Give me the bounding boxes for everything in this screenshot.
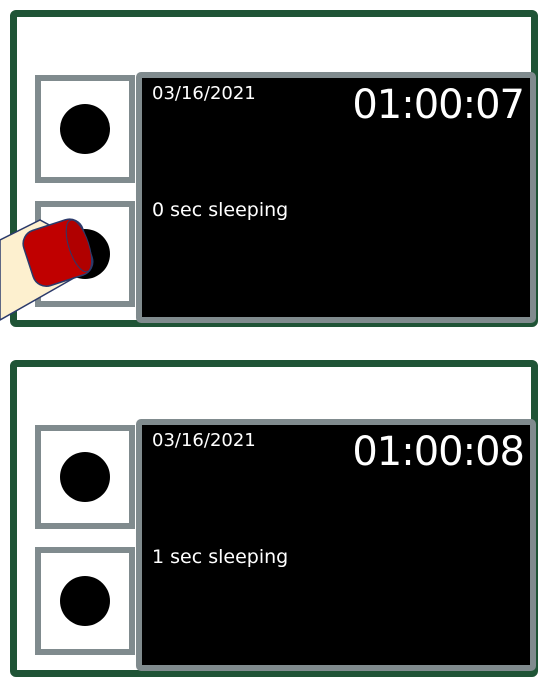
device-panel-2: 03/16/2021 01:00:08 1 sec sleeping [10, 360, 538, 677]
bottom-button-dot [60, 576, 110, 626]
date-text: 03/16/2021 [152, 83, 256, 104]
finger-press-icon [0, 218, 94, 321]
display-screen: 03/16/2021 01:00:08 1 sec sleeping [136, 419, 536, 671]
date-text: 03/16/2021 [152, 430, 256, 451]
status-text: 0 sec sleeping [152, 199, 289, 221]
top-button-dot [60, 104, 110, 154]
top-button[interactable] [35, 75, 135, 183]
display-screen: 03/16/2021 01:00:07 0 sec sleeping [136, 72, 536, 323]
top-button[interactable] [35, 425, 135, 529]
status-text: 1 sec sleeping [152, 546, 289, 568]
top-button-dot [60, 452, 110, 502]
clock-text: 01:00:07 [352, 82, 525, 128]
clock-text: 01:00:08 [352, 429, 525, 475]
bottom-button[interactable] [35, 547, 135, 655]
